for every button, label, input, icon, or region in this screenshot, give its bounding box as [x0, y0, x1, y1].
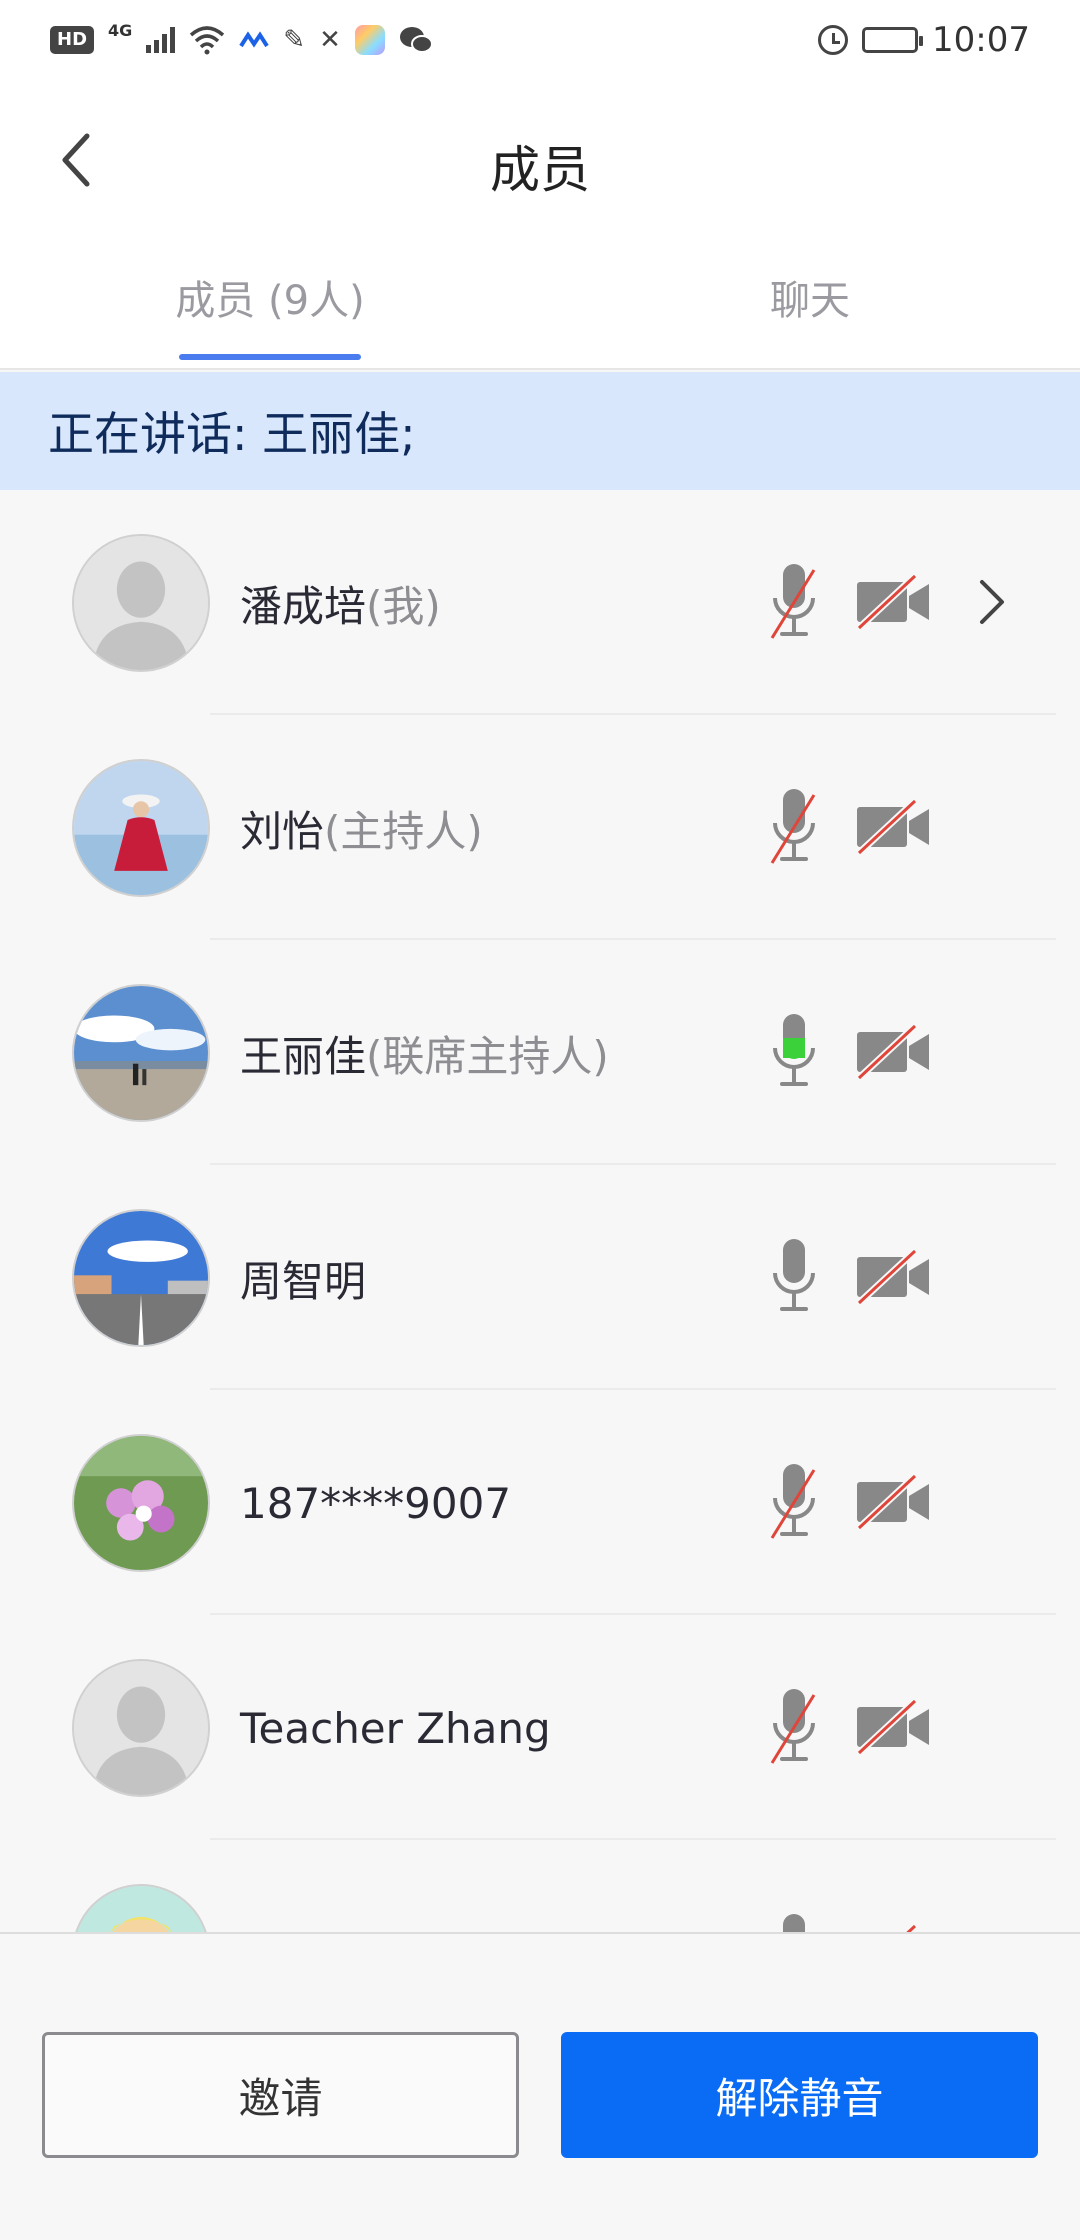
battery-icon: [862, 27, 924, 53]
hd-icon: HD: [50, 26, 95, 54]
status-bar-left: HD 4G ✎ ✕: [50, 21, 433, 55]
mic-muted-icon: [768, 558, 820, 648]
status-bar: HD 4G ✎ ✕ 10:07: [0, 0, 1080, 80]
member-name: 周智明: [240, 1256, 367, 1306]
signal-icon: [146, 27, 176, 53]
default-avatar: [72, 534, 210, 672]
member-name-wrap: 王丽佳 (联席主持人): [240, 1020, 609, 1086]
member-name: 187****9007: [240, 1478, 512, 1528]
member-role: (主持人): [324, 806, 483, 856]
members-screen: HD 4G ✎ ✕ 10:07 成员 成员 (9人) 聊天 正在讲话: 王丽佳;…: [0, 0, 1080, 2240]
member-role: (我): [366, 581, 441, 631]
status-bar-right: 10:07: [818, 20, 1030, 60]
mic-icon: [768, 1233, 820, 1323]
mic-muted-icon: [768, 783, 820, 873]
member-role: (联席主持人): [366, 1031, 609, 1081]
wifi-icon: [190, 26, 225, 55]
camera-off-icon: [855, 572, 931, 632]
member-row[interactable]: [0, 1840, 1080, 1932]
mic-speaking-icon: [768, 1008, 820, 1098]
avatar: [72, 1884, 210, 1932]
mic-icon: [768, 1908, 820, 1932]
header-bar: 成员: [0, 80, 1080, 250]
member-row[interactable]: 潘成培 (我): [0, 490, 1080, 715]
speaking-banner: 正在讲话: 王丽佳;: [0, 372, 1080, 490]
network-type: 4G: [108, 20, 133, 40]
alarm-icon: [818, 25, 849, 55]
member-name: 王丽佳: [240, 1031, 367, 1081]
member-name: 刘怡: [240, 806, 325, 856]
avatar: [72, 1209, 210, 1347]
member-name-wrap: 周智明: [240, 1245, 366, 1311]
member-row[interactable]: Teacher Zhang: [0, 1615, 1080, 1840]
member-row[interactable]: 刘怡 (主持人): [0, 715, 1080, 940]
member-row[interactable]: 187****9007: [0, 1390, 1080, 1615]
camera-off-icon: [855, 1922, 931, 1932]
page-title: 成员: [490, 141, 590, 199]
clock: 10:07: [932, 20, 1030, 60]
camera-off-icon: [855, 1697, 931, 1757]
member-name-wrap: Teacher Zhang: [240, 1695, 551, 1761]
member-name-wrap: 刘怡 (主持人): [240, 795, 483, 861]
avatar: [72, 759, 210, 897]
invite-button[interactable]: 邀请: [42, 2032, 519, 2158]
gallery-app-icon: [354, 25, 385, 55]
mic-muted-icon: [768, 1458, 820, 1548]
member-name: 潘成培: [240, 581, 367, 631]
tab-members[interactable]: 成员 (9人): [0, 238, 540, 356]
chevron-right-icon[interactable]: [976, 576, 1008, 628]
camera-off-icon: [855, 1022, 931, 1082]
member-row[interactable]: 王丽佳 (联席主持人): [0, 940, 1080, 1165]
camera-off-icon: [855, 1472, 931, 1532]
member-list[interactable]: 潘成培 (我) 刘怡 (主持人) 王丽佳 (联席主持人) 周智明 187****9007 Tea…: [0, 490, 1080, 1932]
tab-bar: 成员 (9人) 聊天: [0, 250, 1080, 370]
mic-muted-icon: [768, 1683, 820, 1773]
member-name-wrap: 187****9007: [240, 1470, 511, 1536]
wechat-icon: [399, 27, 433, 53]
camera-off-icon: [855, 797, 931, 857]
tab-chat[interactable]: 聊天: [540, 238, 1080, 356]
alipay-icon: ✕: [319, 25, 341, 55]
avatar: [72, 1434, 210, 1572]
bottom-action-bar: 邀请 解除静音: [0, 1932, 1080, 2240]
unmute-button[interactable]: 解除静音: [561, 2032, 1038, 2158]
camera-off-icon: [855, 1247, 931, 1307]
default-avatar: [72, 1659, 210, 1797]
avatar: [72, 984, 210, 1122]
member-name-wrap: 潘成培 (我): [240, 570, 441, 636]
app-notification-icon: [239, 31, 269, 48]
member-row[interactable]: 周智明: [0, 1165, 1080, 1390]
app-notification-icon-2: ✎: [283, 25, 306, 55]
member-name: Teacher Zhang: [240, 1703, 551, 1753]
